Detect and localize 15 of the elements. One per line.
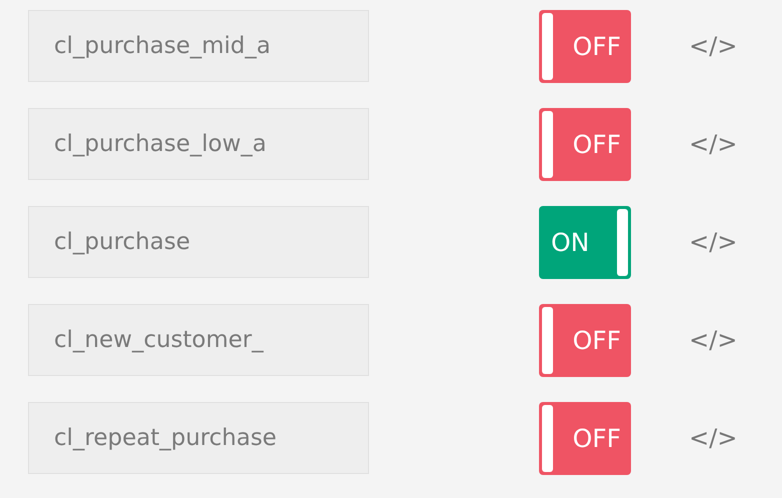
toggle-switch[interactable]: OFF <box>539 402 631 474</box>
name-field[interactable]: cl_repeat_purchase <box>28 402 369 474</box>
code-button[interactable]: </> <box>689 326 738 354</box>
toggle-switch[interactable]: OFF <box>539 304 631 376</box>
toggle-switch[interactable]: ON <box>539 206 631 278</box>
name-field[interactable]: cl_purchase <box>28 206 369 278</box>
toggle-switch[interactable]: OFF <box>539 108 631 180</box>
name-field[interactable]: cl_new_customer_ <box>28 304 369 376</box>
name-field[interactable]: cl_purchase_mid_a <box>28 10 369 82</box>
name-field[interactable]: cl_purchase_low_a <box>28 108 369 180</box>
code-button[interactable]: </> <box>689 424 738 452</box>
toggle-switch[interactable]: OFF <box>539 10 631 82</box>
code-button[interactable]: </> <box>689 32 738 60</box>
code-button[interactable]: </> <box>689 130 738 158</box>
code-button[interactable]: </> <box>689 228 738 256</box>
